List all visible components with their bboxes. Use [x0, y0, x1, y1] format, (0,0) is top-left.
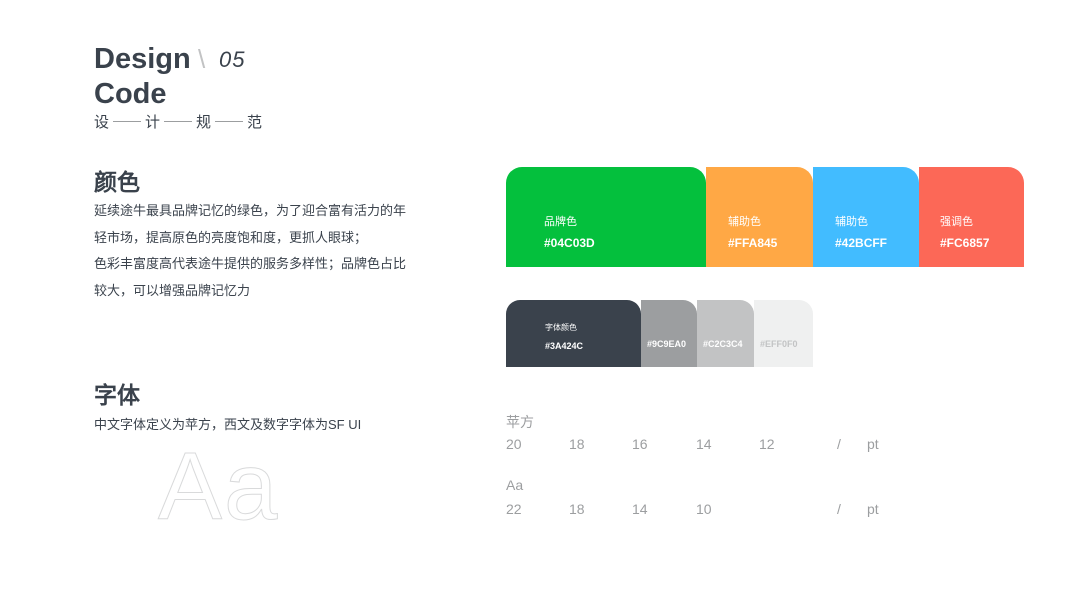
description-line: 色彩丰富度高代表途牛提供的服务多样性；品牌色占比: [94, 256, 407, 271]
subtitle-char: 规: [196, 114, 212, 131]
font-size: 22: [506, 501, 522, 517]
swatch-gray-2: #C2C3C4: [697, 300, 754, 367]
font-size: 14: [632, 501, 648, 517]
color-section-title: 颜色: [94, 169, 140, 195]
font-size: 18: [569, 501, 585, 517]
swatch-hex: #FFA845: [728, 236, 778, 250]
swatch-hex: #42BCFF: [835, 236, 888, 250]
font-name-latin: Aa: [506, 477, 524, 493]
swatch-text-color: 字体颜色 #3A424C: [506, 300, 641, 367]
swatch-label: 辅助色: [835, 216, 868, 228]
font-size: 16: [632, 436, 648, 452]
font-section-title: 字体: [94, 382, 140, 408]
swatch-label: 字体颜色: [545, 323, 577, 332]
swatch-accent: 强调色 #FC6857: [919, 167, 1024, 267]
font-sample-aa: Aa: [157, 433, 280, 541]
subtitle: 设 计 规 范: [94, 111, 262, 132]
subtitle-char: 范: [247, 114, 263, 131]
swatch-auxiliary-orange: 辅助色 #FFA845: [706, 167, 813, 267]
description-line: 延续途牛最具品牌记忆的绿色，为了迎合富有活力的年: [94, 203, 407, 218]
swatch-gray-1: #9C9EA0: [641, 300, 697, 367]
swatch-label: 辅助色: [728, 216, 761, 228]
swatch-hex: #9C9EA0: [647, 339, 687, 349]
title-code: Code: [94, 78, 167, 110]
swatch-auxiliary-blue: 辅助色 #42BCFF: [813, 167, 919, 267]
subtitle-divider: [113, 121, 142, 122]
swatch-label: 品牌色: [544, 216, 577, 228]
unit-slash: /: [837, 436, 841, 452]
swatch-hex: #04C03D: [544, 236, 595, 250]
subtitle-char: 设: [94, 114, 110, 131]
unit-label: pt: [867, 501, 879, 517]
description-line: 较大，可以增强品牌记忆力: [94, 282, 251, 298]
font-size: 18: [569, 436, 585, 452]
font-size: 10: [696, 501, 712, 517]
swatch-label: 强调色: [940, 216, 973, 228]
subtitle-char: 计: [145, 114, 161, 131]
font-name-pingfang: 苹方: [506, 414, 534, 430]
swatch-hex: #EFF0F0: [760, 339, 798, 349]
section-number: 05: [219, 47, 246, 72]
font-size: 20: [506, 436, 522, 452]
unit-slash: /: [837, 501, 841, 517]
title-design: Design: [94, 43, 191, 75]
swatch-brand: 品牌色 #04C03D: [506, 167, 706, 267]
swatch-gray-3: #EFF0F0: [754, 300, 813, 367]
title-slash: \: [198, 44, 206, 74]
font-size: 14: [696, 436, 712, 452]
swatch-hex: #C2C3C4: [703, 339, 743, 349]
font-size: 12: [759, 436, 775, 452]
subtitle-divider: [164, 121, 193, 122]
unit-label: pt: [867, 436, 879, 452]
color-description: 延续途牛最具品牌记忆的绿色，为了迎合富有活力的年 轻市场，提高原色的亮度饱和度，…: [94, 198, 424, 304]
description-line: 轻市场，提高原色的亮度饱和度，更抓人眼球；: [94, 229, 368, 245]
font-description: 中文字体定义为苹方，西文及数字字体为SF UI: [94, 417, 362, 432]
swatch-hex: #3A424C: [545, 341, 584, 351]
swatch-hex: #FC6857: [940, 236, 990, 250]
subtitle-divider: [215, 121, 244, 122]
